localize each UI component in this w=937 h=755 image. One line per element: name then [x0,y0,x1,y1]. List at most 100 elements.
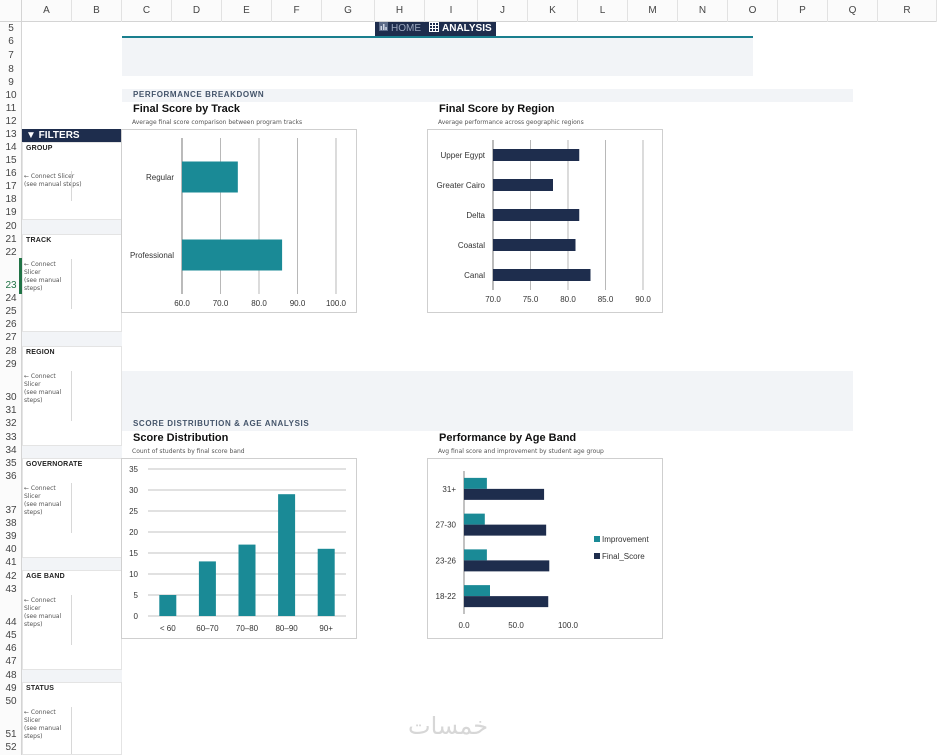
filter-status[interactable]: STATUS ← Connect Slicer (see manual steps) [22,682,122,755]
row-header-11[interactable]: 11 [0,103,22,114]
row-header-40[interactable]: 40 [0,544,22,555]
chart-region[interactable]: 70.0 75.0 80.0 85.0 90.0 Upper Egypt Greater C… [427,129,663,313]
row-header-38[interactable]: 38 [0,518,22,529]
column-header-b[interactable]: B [72,0,122,22]
y-tick-label: 20 [129,528,138,537]
filter-age-band[interactable]: AGE BAND ← Connect Slicer (see manual steps) [22,570,122,670]
chart-title-age: Performance by Age Band [439,432,577,444]
row-header-10[interactable]: 10 [0,90,22,101]
row-header-24[interactable]: 24 [0,293,22,304]
row-header-48[interactable]: 48 [0,670,22,681]
column-header-d[interactable]: D [172,0,222,22]
row-header-7[interactable]: 7 [0,50,22,61]
column-header-e[interactable]: E [222,0,272,22]
chart-track[interactable]: 60.0 70.0 80.0 90.0 100.0 Regular Professional [121,129,357,313]
column-header-r[interactable]: R [878,0,937,22]
slicer-placeholder: ← Connect Slicer (see manual steps) [24,373,62,404]
row-header-29[interactable]: 29 [0,359,22,370]
row-header-50[interactable]: 50 [0,696,22,707]
column-header-n[interactable]: N [678,0,728,22]
row-header-8[interactable]: 8 [0,64,22,75]
row-header-21[interactable]: 21 [0,234,22,245]
tab-analysis[interactable]: ANALYSIS [425,21,496,36]
y-tick-label: 5 [134,591,139,600]
column-header-l[interactable]: L [578,0,628,22]
column-header-o[interactable]: O [728,0,778,22]
row-header-34[interactable]: 34 [0,445,22,456]
row-header-6[interactable]: 6 [0,36,22,47]
bar-coastal [493,239,576,251]
row-header-5[interactable]: 5 [0,23,22,34]
chart-age-svg: 0.0 50.0 100.0 31+ 27-30 23-26 18-22 Improvemen… [436,471,649,630]
row-header-22[interactable]: 22 [0,247,22,258]
row-header-19[interactable]: 19 [0,207,22,218]
select-all-corner[interactable] [0,0,22,22]
column-header-f[interactable]: F [272,0,322,22]
row-header-51[interactable]: 51 [0,729,22,740]
bar-5 [317,548,335,616]
row-header-52[interactable]: 52 [0,742,22,753]
filter-group[interactable]: GROUP ← Connect Slicer (see manual steps) [22,142,122,220]
filter-divider [71,707,72,754]
row-header-20[interactable]: 20 [0,221,22,232]
chart-title-track: Final Score by Track [133,103,240,115]
column-header-j[interactable]: J [478,0,528,22]
filter-spacer [22,670,122,682]
row-header-13[interactable]: 13 [0,129,22,140]
column-header-i[interactable]: I [425,0,478,22]
row-header-43[interactable]: 43 [0,584,22,595]
row-header-46[interactable]: 46 [0,643,22,654]
row-header-45[interactable]: 45 [0,630,22,641]
row-header-9[interactable]: 9 [0,77,22,88]
bar-2 [198,561,216,616]
row-header-17[interactable]: 17 [0,181,22,192]
column-header-c[interactable]: C [122,0,172,22]
row-header-27[interactable]: 27 [0,332,22,343]
row-header-26[interactable]: 26 [0,319,22,330]
row-header-18[interactable]: 18 [0,194,22,205]
section-title-distribution: SCORE DISTRIBUTION & AGE ANALYSIS [133,419,310,428]
row-header-35[interactable]: 35 [0,458,22,469]
slicer-placeholder: ← Connect Slicer (see manual steps) [24,709,62,740]
column-header-g[interactable]: G [322,0,375,22]
column-header-p[interactable]: P [778,0,828,22]
row-header-31[interactable]: 31 [0,405,22,416]
column-header-a[interactable]: A [22,0,72,22]
column-header-q[interactable]: Q [828,0,878,22]
tab-home[interactable]: HOME [375,22,425,36]
x-tick-label: 60.0 [174,299,190,308]
bar-improvement-4 [464,585,490,597]
filter-governorate[interactable]: GOVERNORATE ← Connect Slicer (see manual ste… [22,458,122,558]
chart-distribution[interactable]: 0 5 10 15 20 25 30 35 < 60 60–70 70–80 80–90 90+ [121,458,357,639]
row-header-33[interactable]: 33 [0,432,22,443]
filter-track[interactable]: TRACK ← Connect Slicer (see manual steps) [22,234,122,332]
row-header-49[interactable]: 49 [0,683,22,694]
row-header-32[interactable]: 32 [0,418,22,429]
row-header-37[interactable]: 37 [0,505,22,516]
filter-region[interactable]: REGION ← Connect Slicer (see manual steps) [22,346,122,446]
bar-canal [493,269,591,281]
chart-title-distribution: Score Distribution [133,432,229,444]
y-tick-label: 35 [129,465,138,474]
column-header-h[interactable]: H [375,0,425,22]
y-tick-label: Upper Egypt [441,151,486,160]
row-header-36[interactable]: 36 [0,471,22,482]
row-header-42[interactable]: 42 [0,571,22,582]
y-tick-label: Professional [130,251,174,260]
row-header-39[interactable]: 39 [0,531,22,542]
row-header-12[interactable]: 12 [0,116,22,127]
row-header-15[interactable]: 15 [0,155,22,166]
row-header-30[interactable]: 30 [0,392,22,403]
row-header-44[interactable]: 44 [0,617,22,628]
row-header-28[interactable]: 28 [0,346,22,357]
row-header-41[interactable]: 41 [0,557,22,568]
filter-title: GOVERNORATE [26,461,83,468]
chart-age[interactable]: 0.0 50.0 100.0 31+ 27-30 23-26 18-22 Improvemen… [427,458,663,639]
legend-label: Final_Score [602,552,645,561]
row-header-14[interactable]: 14 [0,142,22,153]
row-header-47[interactable]: 47 [0,656,22,667]
column-header-m[interactable]: M [628,0,678,22]
column-header-k[interactable]: K [528,0,578,22]
row-header-16[interactable]: 16 [0,168,22,179]
row-header-25[interactable]: 25 [0,306,22,317]
